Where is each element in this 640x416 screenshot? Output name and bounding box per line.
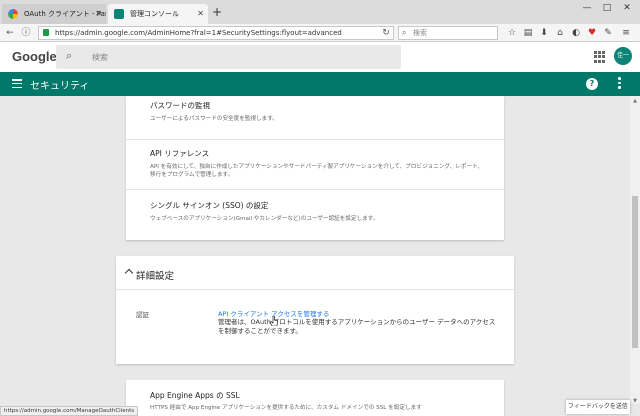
scrollbar-thumb[interactable] bbox=[632, 196, 638, 348]
address-url: https://admin.google.com/AdminHome?fral=… bbox=[55, 29, 342, 37]
page-title: セキュリティ bbox=[30, 81, 90, 92]
home-icon[interactable]: ⌂ bbox=[554, 26, 566, 40]
advanced-settings-card: 詳細設定 認証 API クライアント アクセスを管理する 管理者は、OAuth … bbox=[116, 256, 514, 364]
address-bar[interactable]: https://admin.google.com/AdminHome?fral=… bbox=[38, 26, 394, 40]
tab-title: 管理コンソール bbox=[130, 10, 179, 18]
search-icon: ⌕ bbox=[402, 28, 407, 37]
row-title: シングル サインオン (SSO) の設定 bbox=[150, 201, 269, 210]
admin-search-input[interactable]: ⌕ 検索 bbox=[56, 45, 401, 69]
admin-console-icon bbox=[114, 9, 124, 19]
settings-row-sso[interactable]: シングル サインオン (SSO) の設定 ウェブベースのアプリケーション(Gma… bbox=[126, 190, 504, 240]
close-tab-icon[interactable]: ✕ bbox=[197, 4, 204, 24]
browser-search-input[interactable]: ⌕ 検索 bbox=[398, 26, 498, 40]
admin-search-placeholder: 検索 bbox=[92, 53, 108, 62]
hand-cursor-icon bbox=[270, 316, 278, 326]
pocket-icon[interactable]: ♥ bbox=[586, 26, 598, 40]
auth-description: 管理者は、OAuth プロトコルを使用するアプリケーションからのユーザー データ… bbox=[218, 318, 496, 335]
advanced-settings-header[interactable]: 詳細設定 bbox=[116, 256, 514, 290]
scroll-down-icon[interactable]: ▼ bbox=[631, 398, 639, 404]
reload-icon[interactable]: ↻ bbox=[380, 25, 392, 41]
more-vert-icon[interactable] bbox=[618, 77, 622, 91]
row-desc: ユーザーによるパスワードの安全度を監視します。 bbox=[150, 116, 278, 122]
chevron-up-icon[interactable] bbox=[124, 268, 134, 278]
auth-label: 認証 bbox=[136, 311, 149, 319]
status-url: https://admin.google.com/ManageOauthClie… bbox=[0, 406, 139, 416]
close-window-button[interactable]: ✕ bbox=[618, 3, 636, 13]
row-desc: HTTPS 経由で App Engine アプリケーションを提供するために、カス… bbox=[150, 405, 422, 411]
reading-list-icon[interactable]: ▤ bbox=[522, 26, 534, 40]
browser-search-placeholder: 検索 bbox=[413, 29, 427, 37]
maximize-button[interactable]: □ bbox=[598, 3, 616, 13]
settings-row-password-monitoring[interactable]: パスワードの監視 ユーザーによるパスワードの安全度を監視します。 bbox=[126, 96, 504, 140]
row-title: App Engine Apps の SSL bbox=[150, 391, 240, 400]
google-g-icon bbox=[8, 9, 18, 19]
hamburger-menu-icon[interactable] bbox=[12, 79, 22, 89]
row-desc: API を有効にして、独自に作成したアプリケーションやサードパーティ製アプリケー… bbox=[150, 164, 484, 178]
search-icon: ⌕ bbox=[66, 49, 73, 62]
app-bar: セキュリティ ? bbox=[0, 72, 640, 96]
browser-tab-oauth[interactable]: OAuth クライアント - Passwo… ✕ bbox=[2, 4, 106, 24]
menu-icon[interactable]: ≡ bbox=[620, 26, 632, 40]
lock-icon bbox=[43, 29, 49, 36]
send-feedback-button[interactable]: フィードバックを送信 bbox=[566, 400, 630, 414]
back-icon[interactable]: ← bbox=[4, 25, 16, 41]
bookmark-star-icon[interactable]: ☆ bbox=[506, 26, 518, 40]
row-desc: ウェブベースのアプリケーション(Gmail やカレンダーなど)のユーザー認証を設… bbox=[150, 216, 379, 222]
info-icon[interactable]: ⓘ bbox=[20, 25, 32, 41]
row-title: API リファレンス bbox=[150, 149, 210, 158]
download-icon[interactable]: ⬇ bbox=[538, 26, 550, 40]
new-tab-button[interactable]: + bbox=[210, 4, 224, 20]
google-logo[interactable]: Google bbox=[12, 49, 57, 64]
scroll-up-icon[interactable]: ▲ bbox=[631, 98, 639, 104]
google-header: Google ⌕ 検索 佳一 bbox=[0, 42, 640, 72]
advanced-settings-title: 詳細設定 bbox=[136, 271, 175, 282]
close-tab-icon[interactable]: ✕ bbox=[95, 4, 102, 24]
browser-toolbar: ← ⓘ https://admin.google.com/AdminHome?f… bbox=[0, 24, 640, 42]
row-title: パスワードの監視 bbox=[150, 101, 210, 110]
settings-row-api-reference[interactable]: API リファレンス API を有効にして、独自に作成したアプリケーションやサー… bbox=[126, 140, 504, 190]
apps-grid-icon[interactable] bbox=[594, 51, 606, 63]
browser-tab-bar: OAuth クライアント - Passwo… ✕ 管理コンソール ✕ + — □… bbox=[0, 0, 640, 24]
app-engine-ssl-card[interactable]: App Engine Apps の SSL HTTPS 経由で App Engi… bbox=[126, 380, 504, 416]
minimize-button[interactable]: — bbox=[578, 3, 596, 13]
help-icon[interactable]: ? bbox=[586, 78, 598, 90]
addon-icon[interactable]: ✎ bbox=[602, 26, 614, 40]
extension-icon[interactable]: ◐ bbox=[570, 26, 582, 40]
browser-tab-admin-console[interactable]: 管理コンソール ✕ bbox=[108, 4, 208, 24]
avatar[interactable]: 佳一 bbox=[614, 47, 632, 65]
security-settings-card: パスワードの監視 ユーザーによるパスワードの安全度を監視します。 API リファ… bbox=[126, 96, 504, 240]
tab-title: OAuth クライアント - Passwo… bbox=[24, 10, 106, 18]
